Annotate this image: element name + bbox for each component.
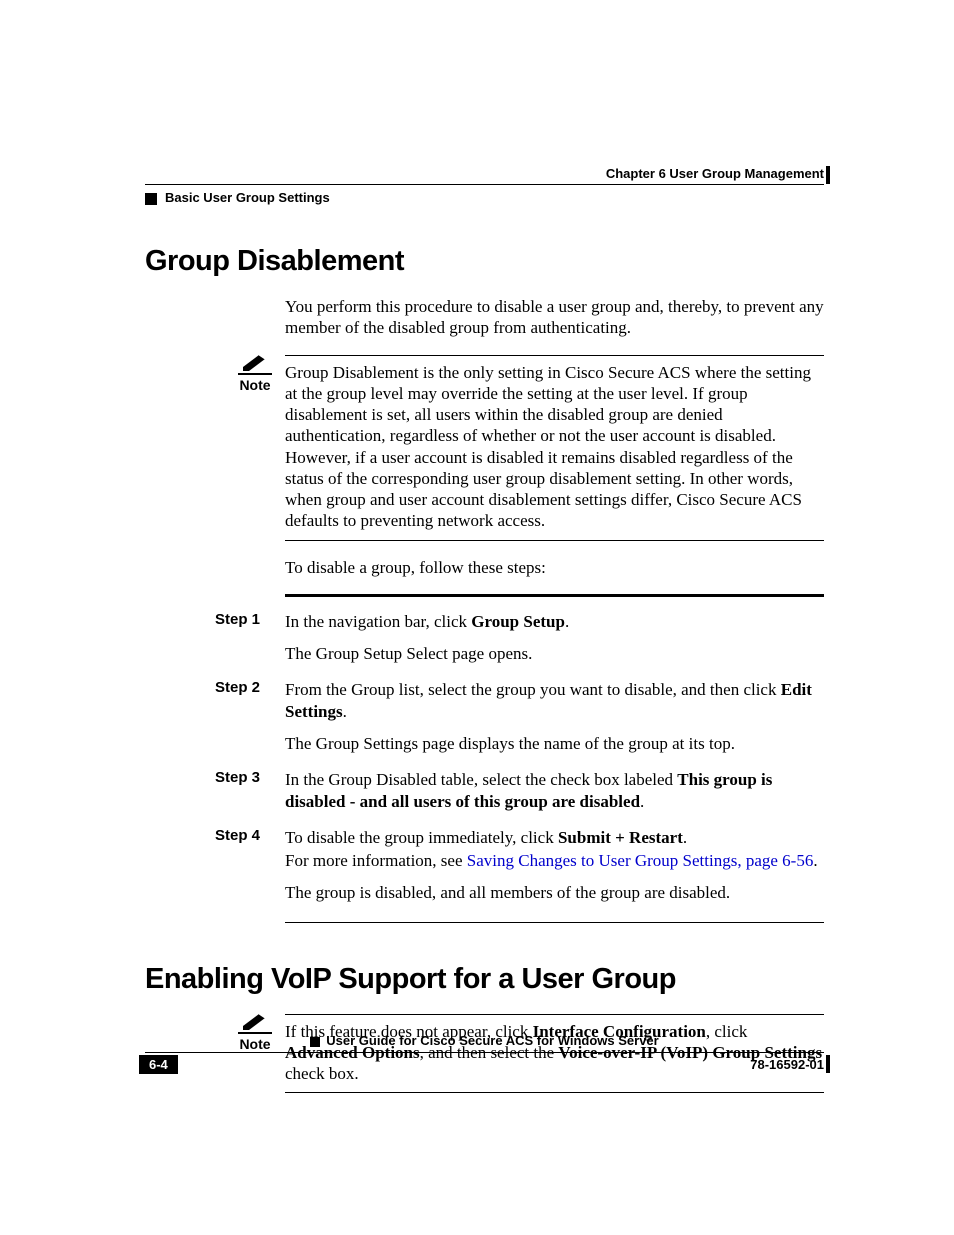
- heading-group-disablement: Group Disablement: [145, 245, 824, 278]
- page-content: Group Disablement You perform this proce…: [145, 245, 824, 1093]
- steps-lead: To disable a group, follow these steps:: [285, 557, 824, 578]
- header-rule: [145, 184, 824, 185]
- step-number: Step 4: [215, 827, 273, 844]
- step-2-line-b: The Group Settings page displays the nam…: [285, 733, 824, 755]
- header-crop-mark: [826, 166, 830, 184]
- document-page: Chapter 6 User Group Management Basic Us…: [0, 0, 954, 1235]
- page-footer: User Guide for Cisco Secure ACS for Wind…: [145, 1033, 824, 1075]
- note-block: Note Group Disablement is the only setti…: [235, 355, 824, 541]
- step-number: Step 3: [215, 769, 273, 786]
- footer-title: User Guide for Cisco Secure ACS for Wind…: [145, 1033, 824, 1048]
- pencil-note-icon: Note: [235, 353, 275, 393]
- chapter-label: Chapter 6 User Group Management: [606, 166, 824, 181]
- step-3: Step 3 In the Group Disabled table, sele…: [215, 769, 824, 813]
- section-breadcrumb: Basic User Group Settings: [145, 190, 330, 205]
- steps-bottom-rule: [285, 922, 824, 923]
- step-2-line-a: From the Group list, select the group yo…: [285, 679, 824, 723]
- step-4-line-c: The group is disabled, and all members o…: [285, 882, 824, 904]
- page-number: 6-4: [139, 1055, 178, 1074]
- link-saving-changes[interactable]: Saving Changes to User Group Settings, p…: [467, 851, 814, 870]
- document-number: 78-16592-01: [750, 1057, 824, 1072]
- footer-crop-mark: [826, 1055, 830, 1073]
- step-4-line-a: To disable the group immediately, click …: [285, 827, 824, 849]
- footer-rule: [145, 1052, 824, 1053]
- step-4: Step 4 To disable the group immediately,…: [215, 827, 824, 903]
- step-1-line-a: In the navigation bar, click Group Setup…: [285, 611, 824, 633]
- section-square-icon: [145, 193, 157, 205]
- note-label: Note: [235, 377, 275, 393]
- step-4-line-b: For more information, see Saving Changes…: [285, 850, 824, 872]
- step-number: Step 1: [215, 611, 273, 628]
- note-body: Group Disablement is the only setting in…: [285, 355, 824, 541]
- section-label: Basic User Group Settings: [165, 190, 330, 205]
- running-header: Chapter 6 User Group Management: [145, 166, 824, 181]
- step-1-line-b: The Group Setup Select page opens.: [285, 643, 824, 665]
- steps-top-rule: [285, 594, 824, 597]
- steps-list: Step 1 In the navigation bar, click Grou…: [215, 611, 824, 904]
- step-1: Step 1 In the navigation bar, click Grou…: [215, 611, 824, 665]
- footer-square-icon: [310, 1037, 320, 1047]
- intro-paragraph: You perform this procedure to disable a …: [285, 296, 824, 339]
- heading-voip-support: Enabling VoIP Support for a User Group: [145, 963, 824, 996]
- step-3-line: In the Group Disabled table, select the …: [285, 769, 824, 813]
- step-2: Step 2 From the Group list, select the g…: [215, 679, 824, 755]
- step-number: Step 2: [215, 679, 273, 696]
